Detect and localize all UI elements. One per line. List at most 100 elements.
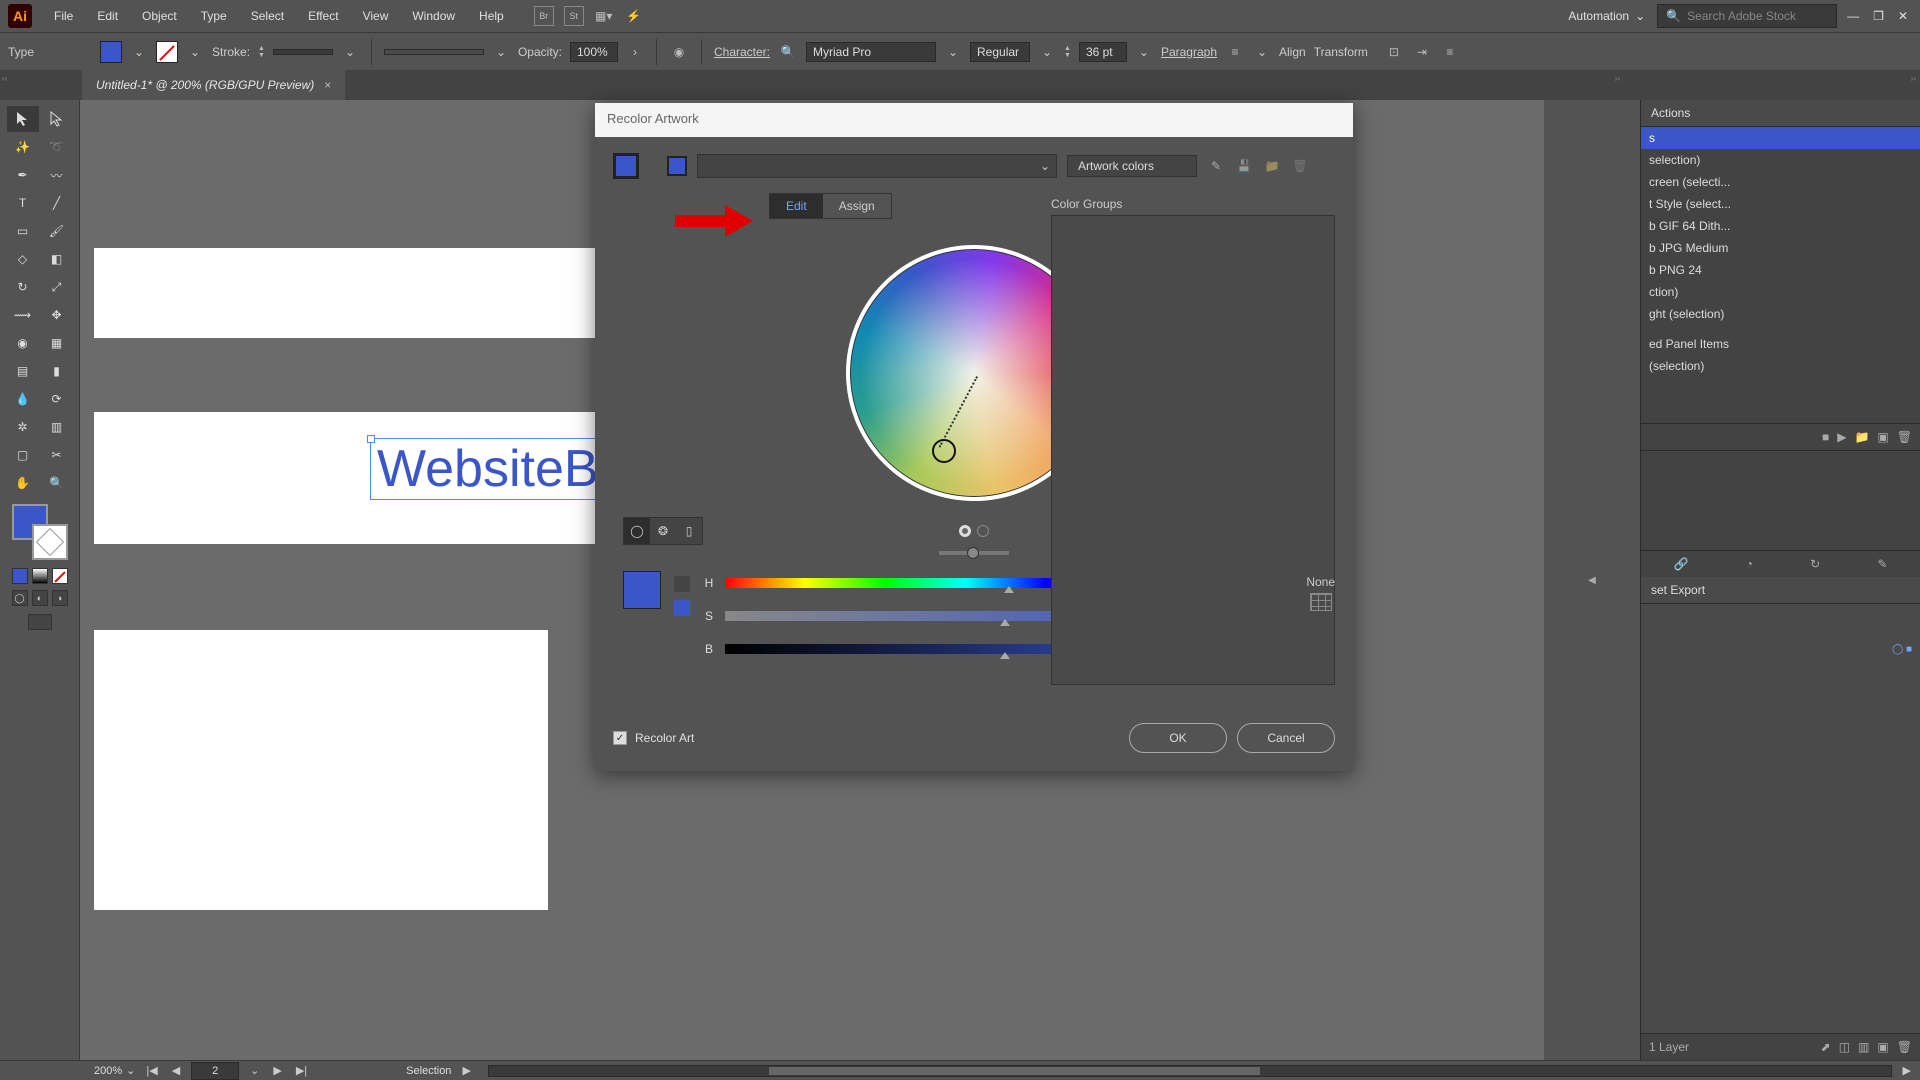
paragraph-align-icon[interactable]: ≡ — [1225, 42, 1245, 62]
font-size-dropdown[interactable]: ⌄ — [1135, 41, 1153, 63]
width-tool[interactable]: ⟿ — [7, 302, 39, 328]
link-icon[interactable]: 🔗 — [1674, 557, 1689, 571]
close-icon[interactable]: ✕ — [1898, 9, 1908, 23]
rectangle-tool[interactable]: ▭ — [7, 218, 39, 244]
horizontal-scrollbar[interactable] — [488, 1065, 1892, 1077]
make-clipping-icon[interactable]: ◫ — [1839, 1040, 1850, 1054]
menu-edit[interactable]: Edit — [85, 3, 130, 29]
get-colors-icon[interactable]: ✎ — [1207, 157, 1225, 175]
action-item[interactable] — [1641, 325, 1920, 333]
current-color-preview[interactable] — [623, 571, 661, 609]
font-family-field[interactable]: Myriad Pro — [806, 42, 936, 62]
refresh-icon[interactable]: ↻ — [1810, 557, 1820, 571]
lasso-tool[interactable]: ➰ — [41, 134, 73, 160]
paintbrush-tool[interactable]: 🖌 — [41, 218, 73, 244]
new-layer-icon[interactable]: ▣ — [1877, 1040, 1888, 1054]
new-action-icon[interactable]: ▣ — [1877, 430, 1888, 444]
saturation-radio[interactable] — [959, 525, 971, 537]
magic-wand-tool[interactable]: ✨ — [7, 134, 39, 160]
blend-tool[interactable]: ⟳ — [41, 386, 73, 412]
scale-tool[interactable]: ⤢ — [41, 274, 73, 300]
recolor-art-checkbox[interactable]: ✓ — [613, 731, 627, 745]
paragraph-dropdown[interactable]: ⌄ — [1253, 41, 1271, 63]
shape-builder-tool[interactable]: ◉ — [7, 330, 39, 356]
edit-icon[interactable]: ✎ — [1877, 557, 1887, 571]
mesh-tool[interactable]: ▤ — [7, 358, 39, 384]
font-family-dropdown[interactable]: ⌄ — [944, 41, 962, 63]
action-item[interactable]: ed Panel Items — [1641, 333, 1920, 355]
group-color-swatch[interactable] — [667, 156, 687, 176]
font-style-dropdown[interactable]: ⌄ — [1038, 41, 1056, 63]
action-item[interactable]: s — [1641, 127, 1920, 149]
menu-help[interactable]: Help — [467, 3, 516, 29]
direct-selection-tool[interactable] — [41, 106, 73, 132]
new-sublayer-icon[interactable]: ▥ — [1858, 1040, 1869, 1054]
menu-window[interactable]: Window — [400, 3, 467, 29]
action-item[interactable]: (selection) — [1641, 355, 1920, 377]
menu-effect[interactable]: Effect — [296, 3, 350, 29]
fill-dropdown[interactable]: ⌄ — [130, 41, 148, 63]
font-size-stepper[interactable]: ▲▼ — [1064, 45, 1071, 59]
brightness-radio[interactable] — [977, 525, 989, 537]
actions-panel-tab[interactable]: Actions — [1641, 100, 1920, 127]
stock-search[interactable]: 🔍 Search Adobe Stock — [1657, 4, 1837, 28]
action-item[interactable]: ction) — [1641, 281, 1920, 303]
save-group-icon[interactable]: 💾 — [1235, 157, 1253, 175]
perspective-grid-tool[interactable]: ▦ — [41, 330, 73, 356]
ok-button[interactable]: OK — [1129, 723, 1227, 753]
color-bars-icon[interactable]: ▯ — [676, 518, 702, 544]
artboard-tool[interactable]: ▢ — [7, 442, 39, 468]
brightness-slider[interactable] — [939, 551, 1009, 555]
gpu-icon[interactable]: ⚡ — [624, 6, 644, 26]
action-item[interactable]: creen (selecti... — [1641, 171, 1920, 193]
stroke-dropdown[interactable]: ⌄ — [186, 41, 204, 63]
folder-icon[interactable]: 📁 — [1263, 157, 1281, 175]
font-search-icon[interactable]: 🔍 — [778, 42, 798, 62]
swatch-grid-icon[interactable] — [1310, 593, 1332, 611]
type-tool[interactable]: T — [7, 190, 39, 216]
tab-assign[interactable]: Assign — [823, 194, 891, 218]
selection-tool[interactable] — [7, 106, 39, 132]
action-item[interactable]: selection) — [1641, 149, 1920, 171]
rotate-tool[interactable]: ↻ — [7, 274, 39, 300]
fill-swatch[interactable] — [100, 41, 122, 63]
arrange-docs-icon[interactable]: ▦▾ — [594, 6, 614, 26]
stroke-weight-field[interactable] — [273, 49, 333, 55]
color-mode-gradient[interactable] — [32, 568, 48, 584]
artboard-nav-field[interactable]: 2 — [191, 1062, 239, 1080]
paragraph-link[interactable]: Paragraph — [1161, 45, 1217, 59]
asset-export-panel-tab[interactable]: set Export — [1641, 577, 1920, 604]
color-model-cube-icon[interactable] — [673, 575, 691, 593]
restore-icon[interactable]: ❐ — [1873, 9, 1884, 23]
hand-tool[interactable]: ✋ — [7, 470, 39, 496]
clip-icon[interactable]: ◔ — [1746, 557, 1753, 571]
zoom-tool[interactable]: 🔍 — [41, 470, 73, 496]
profile-dropdown[interactable]: ⌄ — [492, 41, 510, 63]
stop-icon[interactable]: ■ — [1822, 430, 1829, 444]
stroke-swatch[interactable] — [156, 41, 178, 63]
color-mode-none[interactable] — [52, 568, 68, 584]
transform-link[interactable]: Transform — [1314, 45, 1368, 59]
prev-artboard-icon[interactable]: ◀ — [169, 1064, 183, 1077]
menu-select[interactable]: Select — [239, 3, 296, 29]
preset-dropdown[interactable]: Artwork colors — [1067, 155, 1197, 177]
eraser-tool[interactable]: ◧ — [41, 246, 73, 272]
free-transform-tool[interactable]: ✥ — [41, 302, 73, 328]
stock-icon[interactable]: St — [564, 6, 584, 26]
tab-edit[interactable]: Edit — [770, 194, 823, 218]
column-graph-tool[interactable]: ▥ — [41, 414, 73, 440]
menu-object[interactable]: Object — [130, 3, 189, 29]
variable-width-profile[interactable] — [384, 49, 484, 55]
delete-layer-icon[interactable]: 🗑 — [1897, 1040, 1912, 1054]
align-to-icon[interactable]: ⇥ — [1412, 42, 1432, 62]
align-link[interactable]: Align — [1279, 45, 1306, 59]
draw-inside[interactable]: ◑ — [52, 590, 68, 606]
trash-icon[interactable]: 🗑 — [1291, 157, 1309, 175]
segmented-wheel-icon[interactable]: ❂ — [650, 518, 676, 544]
tabstrip-handle-right[interactable]: ›› — [1615, 74, 1620, 83]
curvature-tool[interactable]: 〰 — [41, 162, 73, 188]
fill-stroke-control[interactable] — [12, 504, 68, 560]
scroll-right-icon[interactable]: ▶ — [1900, 1064, 1914, 1077]
menu-type[interactable]: Type — [189, 3, 239, 29]
slider-handle[interactable] — [1000, 652, 1010, 659]
